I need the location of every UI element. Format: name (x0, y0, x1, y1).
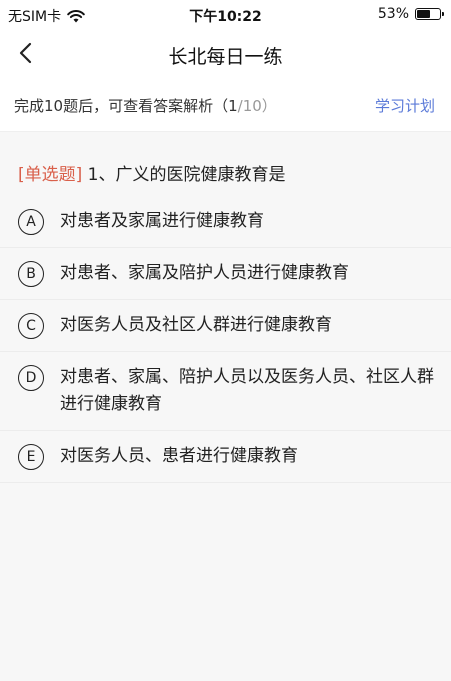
question-text: 1、广义的医院健康教育是 (82, 165, 286, 185)
progress-text: 完成10题后，可查看答案解析（1/10） (14, 95, 277, 116)
option-letter-e: E (18, 444, 44, 470)
option-b[interactable]: B 对患者、家属及陪护人员进行健康教育 (0, 248, 451, 300)
option-a[interactable]: A 对患者及家属进行健康教育 (0, 196, 451, 248)
option-e[interactable]: E 对医务人员、患者进行健康教育 (0, 431, 451, 483)
options-list: A 对患者及家属进行健康教育 B 对患者、家属及陪护人员进行健康教育 C 对医务… (0, 196, 451, 483)
option-letter-c: C (18, 313, 44, 339)
battery-percent: 53% (377, 6, 409, 22)
option-text-c: 对医务人员及社区人群进行健康教育 (60, 315, 332, 335)
status-bar: 无SIM卡 下午10:22 53% (0, 0, 451, 30)
progress-current: 1 (228, 97, 238, 115)
option-text-a: 对患者及家属进行健康教育 (60, 211, 264, 231)
option-text-d: 对患者、家属、陪护人员以及医务人员、社区人群进行健康教育 (60, 367, 434, 414)
status-right: 53% (377, 6, 444, 22)
progress-row: 完成10题后，可查看答案解析（1/10） 学习计划 (0, 76, 451, 132)
option-c[interactable]: C 对医务人员及社区人群进行健康教育 (0, 300, 451, 352)
progress-total: /10 (237, 97, 262, 115)
option-d[interactable]: D 对患者、家属、陪护人员以及医务人员、社区人群进行健康教育 (0, 352, 451, 431)
page-title: 长北每日一练 (168, 46, 283, 68)
progress-prefix: 完成10题后，可查看答案解析（ (14, 97, 229, 115)
nav-bar: 长北每日一练 (0, 30, 451, 76)
option-letter-a: A (18, 209, 44, 235)
progress-suffix: ） (261, 97, 277, 115)
question-type-label: [单选题] (18, 165, 83, 185)
option-text-e: 对医务人员、患者进行健康教育 (60, 446, 298, 466)
option-letter-d: D (18, 365, 44, 391)
progress-count: 1/10） (228, 97, 277, 115)
question-stem: [单选题] 1、广义的医院健康教育是 (18, 160, 286, 185)
battery-fill (417, 10, 430, 18)
study-plan-link[interactable]: 学习计划 (375, 95, 435, 116)
battery-icon (415, 8, 444, 20)
option-letter-b: B (18, 261, 44, 287)
option-text-b: 对患者、家属及陪护人员进行健康教育 (60, 263, 349, 283)
